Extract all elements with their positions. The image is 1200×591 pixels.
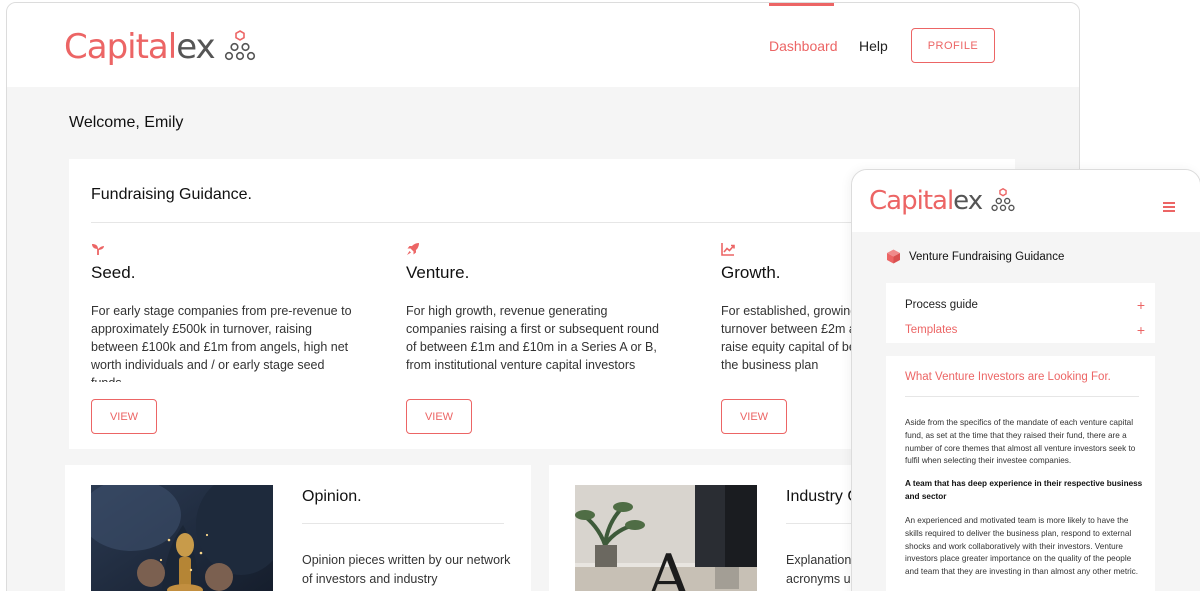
article-paragraph-1: Aside from the specifics of the mandate …	[905, 418, 1136, 466]
seed-title: Seed.	[91, 263, 136, 282]
capitalex-logo[interactable]: Capitalex	[64, 27, 257, 67]
growth-chart-icon	[721, 243, 735, 256]
welcome-message: Welcome, Emily	[69, 114, 184, 131]
mobile-article-card: What Venture Investors are Looking For. …	[886, 356, 1155, 591]
mobile-capitalex-logo[interactable]: Capitalex	[869, 186, 1016, 216]
nav-active-indicator	[769, 3, 834, 6]
hamburger-menu-icon[interactable]	[1163, 202, 1175, 212]
seedling-icon	[92, 244, 104, 255]
venture-view-button[interactable]: VIEW	[406, 399, 472, 434]
mobile-logo-hexagon-icon	[991, 188, 1015, 212]
opinion-description: Opinion pieces written by our network of…	[302, 553, 511, 586]
guidance-title: Fundraising Guidance.	[91, 186, 252, 203]
mobile-accordion-menu: Process guide + Templates +	[886, 283, 1155, 343]
screenshot-stage: Capitalex Dashboard Help PROFILE Welcome…	[0, 0, 1200, 591]
seed-column: Seed. For early stage companies from pre…	[91, 241, 361, 434]
article-subheading: A team that has deep experience in their…	[905, 479, 1143, 501]
venture-title: Venture.	[406, 263, 470, 282]
logo-hexagon-icon	[224, 30, 255, 61]
cube-icon	[887, 249, 900, 264]
mobile-logo-wordmark: Capitalex	[869, 186, 983, 216]
nav-dashboard-link[interactable]: Dashboard	[769, 38, 838, 54]
mobile-window: Capitalex Venture Fundraising Guidance P…	[851, 169, 1200, 591]
opinion-divider	[302, 523, 504, 524]
opinion-title: Opinion.	[302, 488, 362, 505]
article-title: What Venture Investors are Looking For.	[905, 371, 1111, 383]
seed-description: For early stage companies from pre-reven…	[91, 304, 352, 382]
venture-description: For high growth, revenue generating comp…	[406, 304, 659, 372]
accordion-templates-label: Templates	[905, 324, 958, 336]
accordion-templates[interactable]: Templates +	[905, 323, 1145, 337]
industry-image: A	[575, 485, 757, 591]
seed-view-button[interactable]: VIEW	[91, 399, 157, 434]
article-divider	[905, 396, 1139, 397]
profile-button[interactable]: PROFILE	[911, 28, 995, 63]
article-paragraph-2: An experienced and motivated team is mor…	[905, 516, 1139, 577]
nav-help-link[interactable]: Help	[859, 38, 888, 54]
venture-column: Venture. For high growth, revenue genera…	[406, 241, 676, 434]
logo-wordmark: Capitalex	[64, 27, 216, 67]
desktop-header: Capitalex Dashboard Help PROFILE	[7, 3, 1079, 87]
plus-icon[interactable]: +	[1137, 298, 1145, 312]
svg-text:A: A	[646, 542, 691, 591]
rocket-icon	[407, 243, 419, 255]
mobile-section-heading: Venture Fundraising Guidance	[886, 249, 1064, 264]
accordion-process-guide-label: Process guide	[905, 299, 978, 311]
mobile-heading-text: Venture Fundraising Guidance	[909, 250, 1065, 263]
plus-icon[interactable]: +	[1137, 323, 1145, 337]
mobile-header: Capitalex	[852, 170, 1200, 232]
accordion-process-guide[interactable]: Process guide +	[905, 298, 1145, 312]
growth-view-button[interactable]: VIEW	[721, 399, 787, 434]
opinion-image	[91, 485, 273, 591]
opinion-card[interactable]: Opinion. Opinion pieces written by our n…	[65, 465, 531, 591]
